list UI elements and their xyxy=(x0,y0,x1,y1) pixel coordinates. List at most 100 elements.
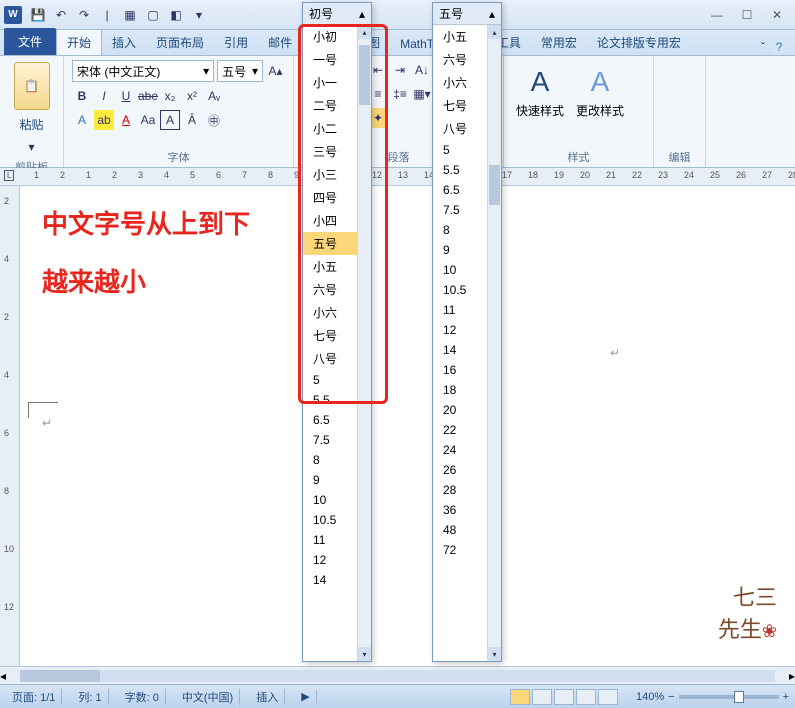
zoom-slider[interactable] xyxy=(679,695,779,699)
scroll-thumb[interactable] xyxy=(20,670,100,682)
ruler-tick: 1 xyxy=(34,170,39,180)
ruler-tick: 6 xyxy=(216,170,221,180)
scroll-down-icon[interactable]: ▾ xyxy=(488,647,501,661)
text-effects-button[interactable]: Aᵥ xyxy=(204,86,224,106)
horizontal-scrollbar[interactable]: ◂ ▸ xyxy=(0,666,795,684)
view-buttons xyxy=(510,689,618,705)
ruler-tick: 10 xyxy=(4,544,14,554)
font-size-select[interactable]: 五号▾ xyxy=(217,60,263,82)
shading-button[interactable]: ▦▾ xyxy=(412,84,432,104)
char-shading-button[interactable]: Ȃ xyxy=(182,110,202,130)
object-icon[interactable]: ▢ xyxy=(143,5,163,25)
qat-dropdown-icon[interactable]: ▾ xyxy=(189,5,209,25)
tab-home[interactable]: 开始 xyxy=(56,29,102,55)
quick-styles-label: 快速样式 xyxy=(516,102,564,119)
ruler-tick: 4 xyxy=(4,254,9,264)
status-insert-mode[interactable]: 插入 xyxy=(250,689,285,705)
text-highlight-button[interactable]: A xyxy=(72,110,92,130)
help-icon[interactable]: ? xyxy=(771,39,787,55)
shape-icon[interactable]: ◧ xyxy=(166,5,186,25)
tab-macros[interactable]: 常用宏 xyxy=(531,30,587,55)
subscript-button[interactable]: x₂ xyxy=(160,86,180,106)
ruler-tick: 2 xyxy=(112,170,117,180)
minimize-button[interactable]: — xyxy=(703,5,731,25)
zoom-slider-knob[interactable] xyxy=(734,691,744,703)
italic-button[interactable]: I xyxy=(94,86,114,106)
ruler-tick: 8 xyxy=(268,170,273,180)
ruler-tick: 4 xyxy=(164,170,169,180)
quick-styles-button[interactable]: A 快速样式 xyxy=(512,60,568,124)
status-language[interactable]: 中文(中国) xyxy=(176,689,240,705)
status-page[interactable]: 页面: 1/1 xyxy=(6,689,62,705)
scroll-thumb[interactable] xyxy=(359,45,370,105)
enclose-char-button[interactable]: ㊥ xyxy=(204,110,224,130)
view-web[interactable] xyxy=(554,689,574,705)
sort-icon[interactable]: A↓ xyxy=(412,60,432,80)
tab-file[interactable]: 文件 xyxy=(4,28,56,55)
ribbon-min-icon[interactable]: ˇ xyxy=(761,40,765,54)
grow-font-icon[interactable]: A▴ xyxy=(266,61,285,81)
zoom-out-icon[interactable]: − xyxy=(668,691,674,703)
para-mark-icon: ↵ xyxy=(42,416,52,430)
zoom-control: 140% − + xyxy=(636,691,789,703)
scroll-track[interactable] xyxy=(20,670,775,682)
scroll-down-icon[interactable]: ▾ xyxy=(358,647,371,661)
tab-references[interactable]: 引用 xyxy=(214,30,258,55)
maximize-button[interactable]: ☐ xyxy=(733,5,761,25)
dropdown-list[interactable]: 小初一号小一二号小二三号小三四号小四五号小五六号小六七号八号55.56.57.5… xyxy=(303,25,371,661)
tab-insert[interactable]: 插入 xyxy=(102,30,146,55)
paste-icon[interactable]: 📋 xyxy=(14,62,50,110)
change-styles-button[interactable]: A 更改样式 xyxy=(572,60,628,124)
paste-dropdown[interactable]: ▾ xyxy=(22,137,42,157)
view-outline[interactable] xyxy=(576,689,596,705)
window-controls: — ☐ ✕ xyxy=(703,5,791,25)
line-spacing-button[interactable]: ‡≡ xyxy=(390,84,410,104)
font-size-value: 五号 xyxy=(222,63,246,80)
scroll-up-icon[interactable]: ▴ xyxy=(488,25,501,39)
chevron-up-icon[interactable]: ▴ xyxy=(359,7,365,21)
chevron-up-icon[interactable]: ▴ xyxy=(489,7,495,21)
tab-mail[interactable]: 邮件 xyxy=(258,30,302,55)
status-column[interactable]: 列: 1 xyxy=(72,689,108,705)
ruler-tick: 19 xyxy=(554,170,564,180)
change-case-button[interactable]: Aa xyxy=(138,110,158,130)
dropdown-list[interactable]: 小五六号小六七号八号55.56.57.5891010.5111214161820… xyxy=(433,25,501,661)
ruler-horizontal[interactable]: L 12123456789101112131415161718192021222… xyxy=(0,168,795,186)
ruler-vertical[interactable]: 2424681012 xyxy=(0,186,20,666)
scroll-left-icon[interactable]: ◂ xyxy=(0,669,6,683)
scroll-up-icon[interactable]: ▴ xyxy=(358,25,371,39)
redo-icon[interactable]: ↷ xyxy=(74,5,94,25)
underline-button[interactable]: U xyxy=(116,86,136,106)
table-icon[interactable]: ▦ xyxy=(120,5,140,25)
highlight-color-button[interactable]: ab xyxy=(94,110,114,130)
tab-layout[interactable]: 页面布局 xyxy=(146,30,214,55)
font-family-select[interactable]: 宋体 (中文正文)▾ xyxy=(72,60,214,82)
ruler-tick: 26 xyxy=(736,170,746,180)
scroll-thumb[interactable] xyxy=(489,165,500,205)
dropdown-scrollbar[interactable]: ▴ ▾ xyxy=(487,25,501,661)
scroll-right-icon[interactable]: ▸ xyxy=(789,669,795,683)
page-content[interactable]: 中文字号从上到下 越来越小 ↵ ↵ 七三 先生❀ xyxy=(20,186,795,666)
group-styles: A 快速样式 A 更改样式 样式 xyxy=(504,56,654,167)
font-color-button[interactable]: A xyxy=(116,110,136,130)
view-fullscreen[interactable] xyxy=(532,689,552,705)
undo-icon[interactable]: ↶ xyxy=(51,5,71,25)
tab-thesis-macros[interactable]: 论文排版专用宏 xyxy=(587,30,691,55)
ruler-tick: 22 xyxy=(632,170,642,180)
tab-selector[interactable]: L xyxy=(4,170,14,181)
indent-inc-icon[interactable]: ⇥ xyxy=(390,60,410,80)
save-icon[interactable]: 💾 xyxy=(28,5,48,25)
status-wordcount[interactable]: 字数: 0 xyxy=(119,689,166,705)
superscript-button[interactable]: x² xyxy=(182,86,202,106)
close-button[interactable]: ✕ xyxy=(763,5,791,25)
zoom-value[interactable]: 140% xyxy=(636,691,664,703)
status-macro-icon[interactable]: ▶ xyxy=(295,690,316,703)
bold-button[interactable]: B xyxy=(72,86,92,106)
strike-button[interactable]: abe xyxy=(138,86,158,106)
view-print-layout[interactable] xyxy=(510,689,530,705)
zoom-in-icon[interactable]: + xyxy=(783,691,789,703)
dropdown-scrollbar[interactable]: ▴ ▾ xyxy=(357,25,371,661)
char-border-button[interactable]: A xyxy=(160,110,180,130)
view-draft[interactable] xyxy=(598,689,618,705)
separator: | xyxy=(97,5,117,25)
